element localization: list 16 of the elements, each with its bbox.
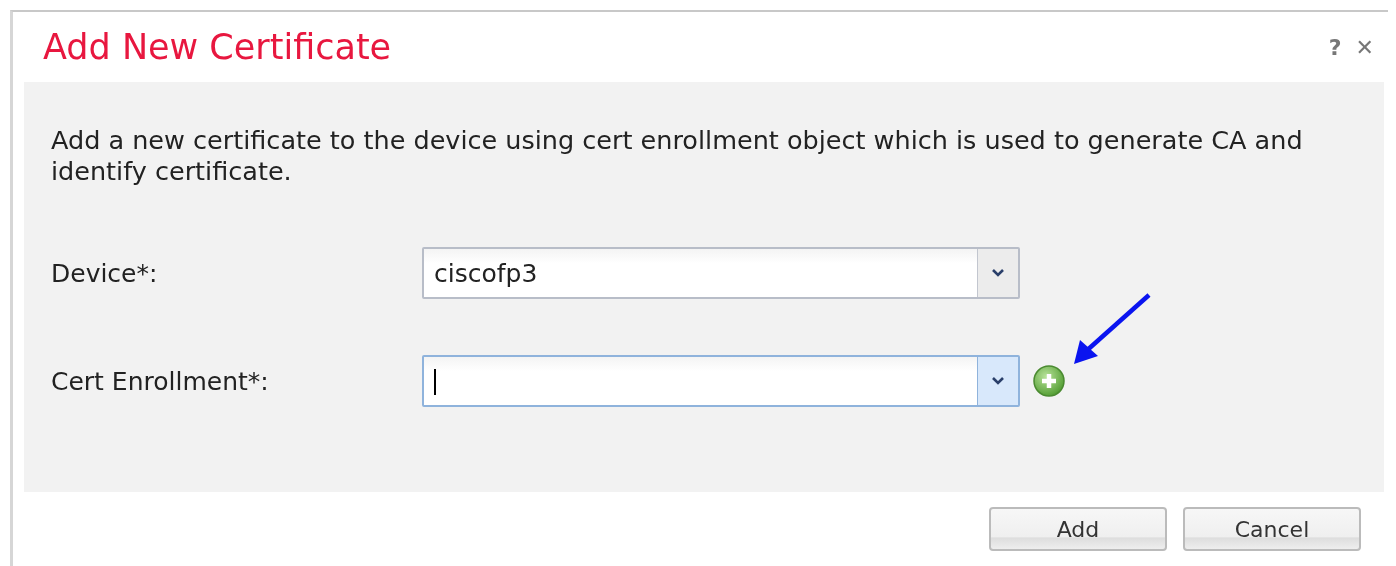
add-icon[interactable]	[1032, 364, 1066, 398]
dialog-button[interactable]: Cancel	[1183, 507, 1361, 551]
dropdown-button[interactable]	[977, 357, 1018, 405]
close-button[interactable]: ✕	[1355, 34, 1374, 60]
dropdown-button[interactable]	[977, 249, 1018, 297]
description-text: Add a new certificate to the device using cert enrollment object which is used to generate CA and identify certificate.	[51, 125, 1304, 187]
field-label: Device*:	[51, 258, 159, 288]
chevron-down-icon	[991, 268, 1005, 278]
dropdown-field[interactable]	[422, 355, 1020, 407]
dialog-title: Add New Certificate	[43, 27, 392, 67]
dialog-button[interactable]: Add	[989, 507, 1167, 551]
dropdown-field[interactable]: ciscofp3	[422, 247, 1020, 299]
field-label: Cert Enrollment*:	[51, 366, 270, 396]
chevron-down-icon	[991, 376, 1005, 386]
text-cursor	[434, 369, 436, 395]
help-button[interactable]: ?	[1328, 34, 1342, 60]
